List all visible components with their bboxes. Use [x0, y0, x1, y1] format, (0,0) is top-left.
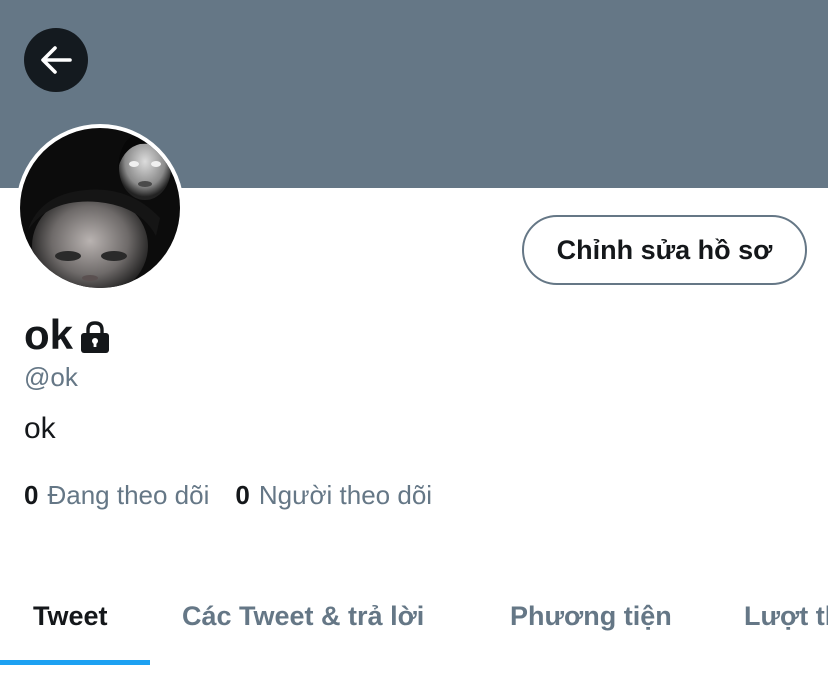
followers-stat[interactable]: 0 Người theo dõi — [235, 480, 432, 511]
following-label: Đang theo dõi — [47, 480, 210, 510]
profile-avatar[interactable] — [16, 124, 184, 292]
following-stat[interactable]: 0 Đang theo dõi — [24, 480, 209, 511]
username-handle: @ok — [24, 362, 78, 392]
name-row: ok — [24, 308, 111, 362]
back-button[interactable] — [24, 28, 88, 92]
active-tab-indicator — [0, 660, 150, 665]
tab-likes[interactable]: Lượt thích — [744, 586, 828, 646]
followers-label: Người theo dõi — [258, 480, 433, 510]
profile-tabs: Tweet Các Tweet & trả lời Phương tiện Lư… — [0, 586, 828, 666]
avatar-image — [20, 128, 180, 288]
tab-media[interactable]: Phương tiện — [510, 586, 672, 646]
profile-stats: 0 Đang theo dõi 0 Người theo dõi — [24, 480, 432, 511]
arrow-left-icon — [41, 46, 72, 74]
following-count: 0 — [24, 480, 39, 510]
tab-tweets-and-replies[interactable]: Các Tweet & trả lời — [182, 586, 424, 646]
profile-bio: ok — [24, 412, 56, 445]
edit-profile-button[interactable]: Chỉnh sửa hồ sơ — [522, 215, 807, 285]
followers-count: 0 — [235, 480, 250, 510]
display-name: ok — [24, 311, 74, 358]
lock-icon — [79, 320, 111, 354]
tab-tweets[interactable]: Tweet — [33, 586, 108, 646]
